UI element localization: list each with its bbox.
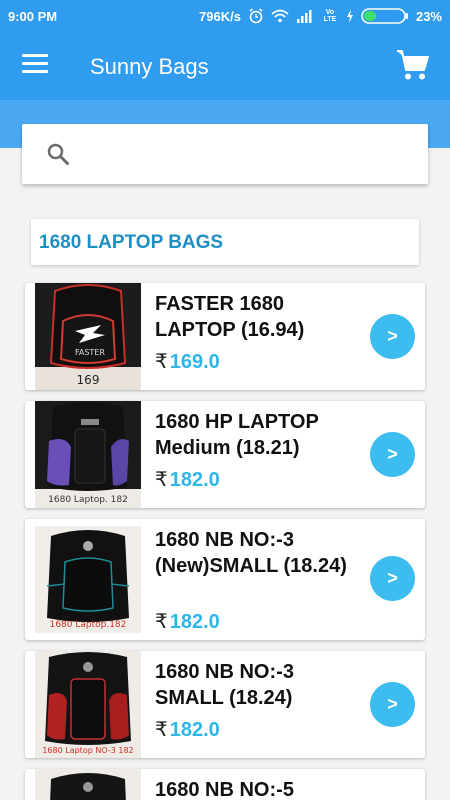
product-name: 1680 NB NO:-3 (New)SMALL (18.24) bbox=[155, 529, 347, 577]
product-image[interactable]: 1680 Laptop. 182 bbox=[35, 401, 141, 508]
product-card[interactable]: 1680 Laptop.182 1680 NB NO:-3 (New)SMALL… bbox=[25, 519, 425, 640]
status-bar: 9:00 PM 796K/s Vo LTE 23% bbox=[0, 0, 450, 32]
image-caption: 169 bbox=[76, 373, 100, 387]
price-value: 182.0 bbox=[169, 469, 220, 491]
currency-symbol: ₹ bbox=[155, 351, 168, 373]
product-card[interactable]: 1680 Laptop. 182 1680 HP LAPTOP Medium (… bbox=[25, 401, 425, 508]
product-price: ₹182.0 bbox=[155, 717, 220, 742]
product-card[interactable]: 1680 Laptop NO-3 182 1680 NB NO:-3 SMALL… bbox=[25, 651, 425, 758]
charging-icon bbox=[346, 9, 353, 23]
product-card[interactable]: 1680 NB NO:-5 bbox=[25, 769, 425, 800]
price-value: 182.0 bbox=[169, 611, 220, 633]
svg-text:FASTER: FASTER bbox=[75, 348, 105, 357]
view-product-button[interactable]: > bbox=[370, 314, 415, 359]
product-price: ₹182.0 bbox=[155, 609, 220, 634]
product-card[interactable]: FASTER 169 FASTER 1680 LAPTOP (16.94) ₹1… bbox=[25, 283, 425, 390]
view-product-button[interactable]: > bbox=[370, 682, 415, 727]
image-caption: 1680 Laptop. 182 bbox=[48, 495, 128, 505]
alarm-icon bbox=[249, 8, 263, 24]
battery-icon bbox=[361, 8, 408, 24]
currency-symbol: ₹ bbox=[155, 719, 168, 741]
app-title: Sunny Bags bbox=[90, 54, 209, 79]
product-name: 1680 HP LAPTOP Medium (18.21) bbox=[155, 411, 319, 459]
product-name: FASTER 1680 LAPTOP (16.94) bbox=[155, 293, 305, 341]
category-title: 1680 LAPTOP BAGS bbox=[39, 232, 224, 253]
status-time: 9:00 PM bbox=[8, 9, 58, 24]
product-image[interactable]: 1680 Laptop.182 bbox=[35, 526, 141, 633]
view-product-button[interactable]: > bbox=[370, 432, 415, 477]
product-image[interactable] bbox=[35, 769, 141, 800]
product-image[interactable]: FASTER 169 bbox=[35, 283, 141, 390]
hamburger-icon[interactable] bbox=[22, 54, 48, 76]
search-input[interactable] bbox=[84, 136, 414, 172]
product-price: ₹169.0 bbox=[155, 349, 220, 374]
signal-icon bbox=[296, 10, 312, 23]
currency-symbol: ₹ bbox=[155, 469, 168, 491]
search-bar[interactable] bbox=[22, 124, 428, 184]
volte-label: Vo LTE bbox=[323, 9, 337, 23]
app-bar: Sunny Bags bbox=[0, 32, 450, 100]
product-name: 1680 NB NO:-3 SMALL (18.24) bbox=[155, 661, 294, 709]
image-caption: 1680 Laptop NO-3 182 bbox=[42, 746, 134, 755]
image-caption: 1680 Laptop.182 bbox=[49, 620, 127, 630]
wifi-icon bbox=[271, 9, 289, 23]
status-icons: 796K/s Vo LTE 23% bbox=[199, 8, 442, 24]
price-value: 182.0 bbox=[169, 719, 220, 741]
network-speed: 796K/s bbox=[199, 8, 241, 24]
currency-symbol: ₹ bbox=[155, 611, 168, 633]
product-price: ₹182.0 bbox=[155, 467, 220, 492]
category-header: 1680 LAPTOP BAGS bbox=[31, 219, 419, 265]
product-image[interactable]: 1680 Laptop NO-3 182 bbox=[35, 651, 141, 758]
product-name: 1680 NB NO:-5 bbox=[155, 779, 294, 800]
view-product-button[interactable]: > bbox=[370, 556, 415, 601]
cart-icon[interactable] bbox=[396, 48, 430, 82]
search-icon[interactable] bbox=[46, 142, 70, 166]
battery-percent: 23% bbox=[415, 8, 442, 24]
price-value: 169.0 bbox=[169, 351, 220, 373]
